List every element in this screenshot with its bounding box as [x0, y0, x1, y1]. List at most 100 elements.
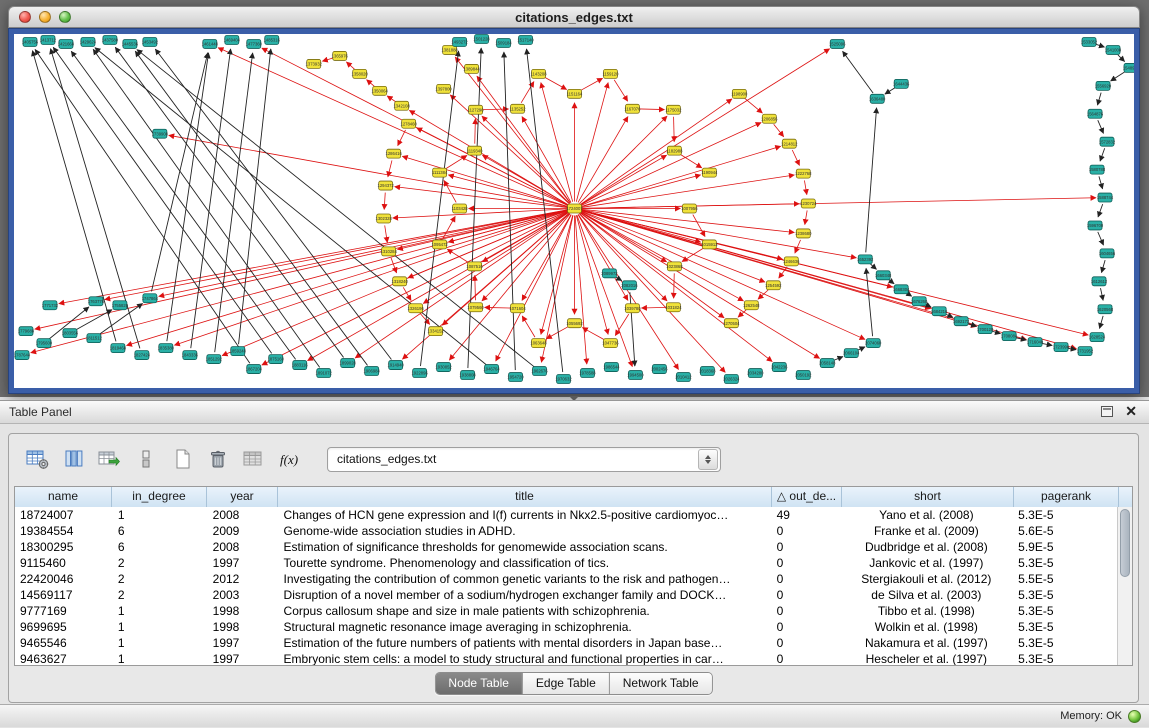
graph-node[interactable]: 1938808: [459, 371, 476, 380]
graph-node[interactable]: 2026324: [723, 375, 740, 384]
graph-node[interactable]: 1509184: [495, 38, 512, 47]
graph-node[interactable]: 1596700: [1087, 221, 1104, 230]
graph-node[interactable]: 1533052: [1081, 37, 1098, 46]
graph-node[interactable]: 1763776: [88, 297, 105, 306]
graph-node[interactable]: 1922896: [411, 369, 428, 378]
graph-node[interactable]: 1429624: [80, 37, 97, 46]
graph-node[interactable]: 1373932: [306, 59, 323, 68]
graph-node[interactable]: 1604656: [1099, 249, 1116, 258]
graph-node[interactable]: 1055692: [566, 319, 583, 328]
graph-node[interactable]: 1063648: [530, 339, 547, 348]
function-builder-button[interactable]: f(x): [273, 443, 307, 475]
graph-node[interactable]: 2082016: [621, 281, 638, 290]
graph-node[interactable]: 1421668: [58, 39, 75, 48]
table-scrollbar[interactable]: [1117, 507, 1132, 665]
tab-node-table[interactable]: Node Table: [435, 673, 523, 694]
graph-node[interactable]: 1350064: [372, 86, 389, 95]
graph-node[interactable]: 1668304: [893, 285, 910, 294]
graph-node[interactable]: 1588744: [1097, 193, 1114, 202]
column-header-name[interactable]: name: [15, 487, 112, 507]
graph-node[interactable]: 1835380: [158, 344, 175, 353]
graph-node[interactable]: 2042236: [771, 363, 788, 372]
graph-node[interactable]: 2050192: [795, 371, 812, 380]
graph-node[interactable]: 1946764: [483, 365, 500, 374]
graph-node[interactable]: 1954720: [507, 373, 524, 382]
graph-node[interactable]: 1135252: [510, 104, 527, 113]
graph-node[interactable]: 1095472: [431, 240, 448, 249]
graph-node[interactable]: 1461448: [202, 39, 219, 48]
graph-node[interactable]: 1358020: [352, 69, 369, 78]
graph-node[interactable]: 1716040: [1027, 338, 1044, 347]
graph-node[interactable]: 1405756: [22, 37, 39, 46]
graph-node[interactable]: 1612612: [1091, 277, 1108, 286]
graph-node[interactable]: 1159120: [602, 69, 619, 78]
graph-node[interactable]: 1031824: [665, 303, 682, 312]
graph-node[interactable]: 1580788: [1089, 165, 1106, 174]
graph-node[interactable]: 2074060: [865, 339, 882, 348]
table-row[interactable]: 1456911722003Disruption of a novel membe…: [15, 587, 1117, 603]
graph-node[interactable]: 1755820: [112, 301, 129, 310]
graph-node[interactable]: 1875160: [268, 355, 285, 364]
graph-node[interactable]: 1628524: [1089, 333, 1106, 342]
graph-node[interactable]: 1262548: [743, 301, 760, 310]
table-row[interactable]: 969969511998Structural magnetic resonanc…: [15, 619, 1117, 635]
graph-node[interactable]: 1143208: [531, 69, 548, 78]
graph-node[interactable]: 1071604: [509, 304, 526, 313]
graph-node[interactable]: 1190944: [701, 168, 718, 177]
graph-node[interactable]: 1039780: [624, 304, 641, 313]
table-settings-button[interactable]: [21, 443, 55, 475]
graph-node[interactable]: 1294372: [378, 181, 395, 190]
graph-node[interactable]: 1891072: [316, 369, 333, 378]
graph-node[interactable]: 1230724: [800, 199, 817, 208]
table-row[interactable]: 946554611997Estimation of the future num…: [15, 635, 1117, 651]
graph-node[interactable]: 1676260: [911, 297, 928, 306]
graph-node[interactable]: 1477360: [246, 39, 263, 48]
graph-node[interactable]: 1779688: [18, 327, 35, 336]
graph-node[interactable]: 1883116: [292, 361, 309, 370]
graph-node[interactable]: 1198900: [731, 89, 748, 98]
new-file-button[interactable]: [165, 443, 199, 475]
graph-node[interactable]: 1302328: [376, 214, 393, 223]
graph-node[interactable]: 1342108: [393, 101, 410, 110]
graph-node[interactable]: 1644436: [893, 79, 910, 88]
graph-node[interactable]: 1660348: [875, 271, 892, 280]
graph-node[interactable]: 1111384: [432, 168, 448, 177]
table-row[interactable]: 1830029562008Estimation of significance …: [15, 539, 1117, 555]
graph-node[interactable]: 2010412: [675, 373, 692, 382]
network-table-selector[interactable]: citations_edges.txt: [327, 447, 721, 472]
graph-node[interactable]: 1771732: [42, 301, 59, 310]
graph-node[interactable]: 1453492: [142, 37, 159, 46]
column-header-pagerank[interactable]: pagerank: [1014, 487, 1119, 507]
table-row[interactable]: 1938455462009Genome-wide association stu…: [15, 523, 1117, 539]
graph-node[interactable]: 1747864: [142, 294, 159, 303]
graph-node[interactable]: 1811512: [86, 334, 103, 343]
graph-node[interactable]: 1151164: [567, 89, 583, 98]
table-row[interactable]: 977716911998Corpus callosum shape and si…: [15, 603, 1117, 619]
graph-node[interactable]: 1087516: [466, 262, 483, 271]
graph-node[interactable]: 1517140: [517, 35, 534, 44]
graph-node[interactable]: 1787644: [14, 351, 31, 360]
graph-node[interactable]: 1214812: [781, 139, 798, 148]
graph-node[interactable]: 1445536: [122, 39, 139, 48]
import-table-button[interactable]: [93, 443, 127, 475]
graph-node[interactable]: 1501228: [473, 34, 490, 43]
column-header-title[interactable]: title: [278, 487, 772, 507]
graph-node[interactable]: 1493272: [451, 37, 468, 46]
close-window-button[interactable]: [19, 11, 31, 23]
graph-node[interactable]: 1119340: [467, 146, 483, 155]
graph-node[interactable]: 1413712: [40, 35, 57, 44]
graph-node[interactable]: 1270504: [723, 319, 740, 328]
graph-node[interactable]: 1485316: [264, 35, 281, 44]
graph-node[interactable]: 1167076: [624, 104, 641, 113]
graph-node[interactable]: 1286416: [385, 149, 402, 158]
graph-node[interactable]: 2018368: [699, 367, 716, 376]
float-panel-icon[interactable]: [1101, 406, 1113, 417]
graph-node[interactable]: 1254592: [765, 281, 782, 290]
graph-node[interactable]: 1914940: [387, 361, 404, 370]
graph-node[interactable]: 1978588: [579, 369, 596, 378]
graph-node[interactable]: 1318240: [391, 277, 408, 286]
graph-node[interactable]: 1206856: [761, 114, 778, 123]
graph-node[interactable]: 1437580: [102, 35, 119, 44]
graph-node[interactable]: 1851292: [206, 355, 223, 364]
graph-node[interactable]: 1986544: [603, 363, 620, 372]
